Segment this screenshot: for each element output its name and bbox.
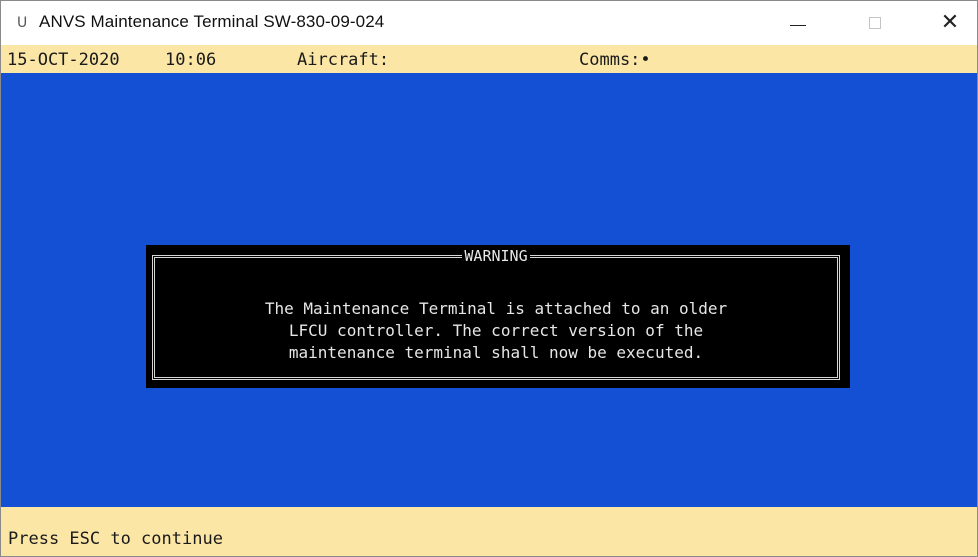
close-icon: ✕ bbox=[940, 10, 960, 35]
terminal-window: U ANVS Maintenance Terminal SW-830-09-02… bbox=[0, 0, 978, 557]
dialog-title-text: WARNING bbox=[462, 246, 530, 266]
dialog-message-line: The Maintenance Terminal is attached to … bbox=[264, 299, 728, 318]
minimize-icon bbox=[790, 24, 806, 26]
title-bar[interactable]: U ANVS Maintenance Terminal SW-830-09-02… bbox=[1, 1, 977, 45]
continue-prompt: Press ESC to continue bbox=[8, 529, 223, 549]
maximize-icon bbox=[869, 17, 881, 29]
dialog-message-line: maintenance terminal shall now be execut… bbox=[288, 343, 704, 362]
terminal-main-area: WARNING The Maintenance Terminal is atta… bbox=[1, 73, 977, 507]
window-title: ANVS Maintenance Terminal SW-830-09-024 bbox=[39, 12, 385, 31]
bottom-status-bar: Press ESC to continue bbox=[1, 507, 977, 556]
maximize-button[interactable] bbox=[846, 1, 904, 45]
close-button[interactable]: ✕ bbox=[921, 1, 978, 45]
status-time: 10:06 bbox=[165, 50, 217, 70]
dialog-border: WARNING The Maintenance Terminal is atta… bbox=[152, 246, 840, 380]
status-aircraft-label: Aircraft: bbox=[297, 50, 390, 70]
top-status-bar: 15-OCT-2020 10:06 Aircraft: Comms:• bbox=[1, 45, 977, 73]
status-comms-label: Comms:• bbox=[579, 50, 651, 70]
dialog-message: The Maintenance Terminal is attached to … bbox=[155, 298, 837, 364]
status-date: 15-OCT-2020 bbox=[7, 50, 120, 70]
warning-dialog: WARNING The Maintenance Terminal is atta… bbox=[146, 245, 850, 388]
dialog-title: WARNING bbox=[155, 246, 837, 266]
app-icon: U bbox=[17, 15, 28, 31]
minimize-button[interactable] bbox=[769, 1, 827, 45]
terminal-screen[interactable]: 15-OCT-2020 10:06 Aircraft: Comms:• WARN… bbox=[1, 45, 977, 556]
dialog-message-line: LFCU controller. The correct version of … bbox=[288, 321, 704, 340]
